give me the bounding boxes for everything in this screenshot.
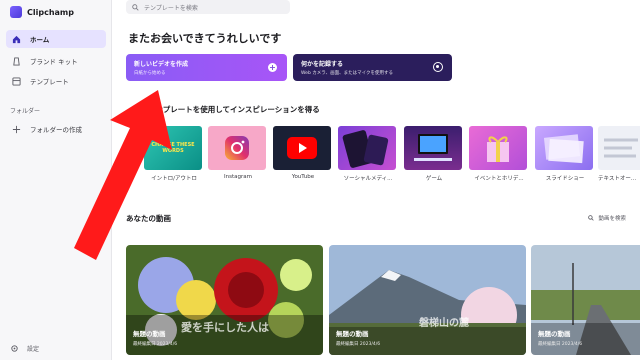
brand-kit-icon bbox=[13, 56, 20, 66]
template-icon bbox=[12, 76, 21, 86]
events-thumbnail bbox=[469, 126, 527, 170]
video-title: 無題の動画 bbox=[133, 330, 166, 338]
template-category-label: テキストオー... bbox=[598, 176, 637, 182]
mountain-thumbnail bbox=[329, 245, 526, 355]
sidebar-item-brand-kit[interactable]: ブランド キット bbox=[6, 52, 106, 70]
page-title: またお会いできてうれしいです bbox=[128, 32, 282, 45]
template-category-events-holidays[interactable]: イベントとホリデ... bbox=[469, 126, 529, 182]
video-search-button[interactable]: 動画を検索 bbox=[588, 214, 626, 222]
template-category-youtube[interactable]: YouTube bbox=[273, 126, 333, 180]
record-something-button[interactable]: 何かを記録する Web カメラ、画面、またはマイクを使用する bbox=[293, 54, 452, 81]
template-category-label: Instagram bbox=[224, 174, 252, 180]
text-overlay-thumbnail bbox=[598, 126, 640, 170]
slideshow-thumbnail bbox=[535, 126, 593, 170]
home-icon bbox=[12, 35, 21, 43]
settings-label: 設定 bbox=[27, 346, 40, 353]
gear-icon bbox=[11, 345, 18, 352]
social-media-thumbnail bbox=[338, 126, 396, 170]
template-category-text-overlay[interactable]: テキストオー... bbox=[598, 126, 640, 182]
record-icon bbox=[433, 62, 443, 72]
template-category-label: スライドショー bbox=[545, 176, 585, 182]
cta-title: 新しいビデオを作成 bbox=[134, 61, 189, 68]
cta-subtitle: Web カメラ、画面、またはマイクを使用する bbox=[301, 71, 394, 76]
annotation-arrow bbox=[74, 90, 172, 260]
video-date: 最終編集日 2023/4/6 bbox=[336, 342, 381, 347]
instagram-icon bbox=[225, 136, 249, 160]
template-category-label: イベントとホリデ... bbox=[474, 176, 524, 182]
template-category-instagram[interactable]: Instagram bbox=[208, 126, 268, 180]
template-category-label: YouTube bbox=[291, 174, 315, 180]
settings-button[interactable]: 設定 bbox=[10, 344, 39, 353]
plus-icon bbox=[12, 125, 21, 133]
youtube-thumbnail bbox=[273, 126, 331, 170]
template-category-social-media[interactable]: ソーシャルメディ... bbox=[338, 126, 398, 182]
folders-section-label: フォルダー bbox=[10, 108, 41, 115]
search-icon bbox=[588, 215, 595, 221]
video-title: 無題の動画 bbox=[336, 330, 369, 338]
sidebar-item-home[interactable]: ホーム bbox=[6, 30, 106, 48]
cta-title: 何かを記録する bbox=[301, 61, 344, 68]
template-category-label: ソーシャルメディ... bbox=[343, 176, 393, 182]
gaming-thumbnail bbox=[404, 126, 462, 170]
cta-subtitle: 白紙から始める bbox=[134, 71, 166, 76]
gift-illustration bbox=[487, 136, 509, 162]
template-category-gaming[interactable]: ゲーム bbox=[404, 126, 464, 182]
video-date: 最終編集日 2023/4/6 bbox=[133, 342, 178, 347]
video-overlay-caption: 磐梯山の麓 bbox=[419, 318, 469, 329]
search-placeholder: テンプレートを検索 bbox=[144, 4, 198, 12]
video-card[interactable]: 無題の動画 最終編集日 2023/4/6 bbox=[531, 245, 640, 355]
gaming-setup-illustration bbox=[414, 134, 452, 161]
sidebar-item-label: ホーム bbox=[30, 36, 50, 44]
app-name: Clipchamp bbox=[27, 7, 74, 17]
video-title: 無題の動画 bbox=[538, 330, 571, 338]
create-new-video-button[interactable]: 新しいビデオを作成 白紙から始める + bbox=[126, 54, 287, 81]
phone-illustration bbox=[342, 130, 389, 168]
slides-illustration bbox=[543, 134, 584, 164]
search-input[interactable]: テンプレートを検索 bbox=[126, 0, 290, 14]
clipchamp-logo-icon bbox=[10, 6, 22, 18]
search-icon bbox=[132, 3, 139, 11]
instagram-thumbnail bbox=[208, 126, 266, 170]
youtube-icon bbox=[287, 137, 317, 159]
plus-icon: + bbox=[268, 63, 277, 72]
sidebar-item-label: ブランド キット bbox=[30, 58, 78, 66]
video-overlay-caption: 愛を手にした人は bbox=[181, 321, 269, 334]
text-lines-illustration bbox=[604, 138, 638, 158]
video-date: 最終編集日 2023/4/6 bbox=[538, 342, 583, 347]
video-search-label: 動画を検索 bbox=[598, 216, 626, 222]
road-thumbnail bbox=[531, 245, 640, 355]
app-logo[interactable]: Clipchamp bbox=[10, 6, 74, 18]
template-category-slideshow[interactable]: スライドショー bbox=[535, 126, 595, 182]
template-category-label: ゲーム bbox=[425, 176, 443, 182]
video-card[interactable]: 磐梯山の麓 無題の動画 最終編集日 2023/4/6 bbox=[329, 245, 526, 355]
